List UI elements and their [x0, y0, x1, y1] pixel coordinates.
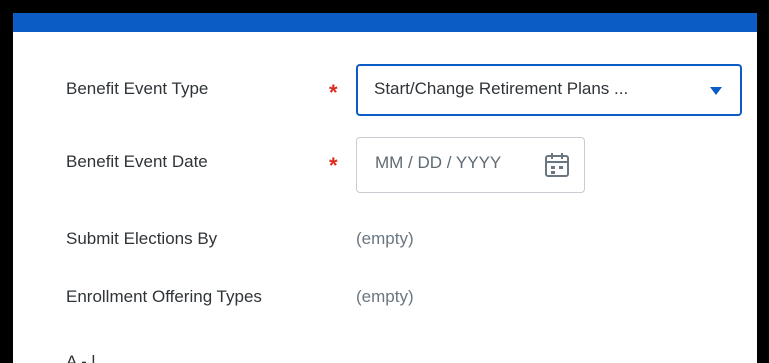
- calendar-icon[interactable]: [543, 151, 571, 179]
- benefit-event-form: Benefit Event Type * Start/Change Retire…: [13, 13, 757, 363]
- enrollment-offering-types-label: Enrollment Offering Types: [66, 287, 262, 306]
- window-frame: Benefit Event Type * Start/Change Retire…: [0, 0, 769, 363]
- benefit-event-date-label: Benefit Event Date: [66, 152, 208, 171]
- benefit-event-type-label: Benefit Event Type: [66, 79, 209, 98]
- required-marker: *: [329, 153, 338, 178]
- benefit-event-type-select[interactable]: Start/Change Retirement Plans ...: [356, 64, 742, 116]
- partial-next-label: A - l: [66, 352, 96, 363]
- submit-elections-by-label: Submit Elections By: [66, 229, 218, 248]
- date-placeholder: MM / DD / YYYY: [375, 153, 502, 172]
- header-bar: [13, 13, 757, 32]
- benefit-event-date-input[interactable]: MM / DD / YYYY: [356, 137, 585, 193]
- benefit-event-type-value: Start/Change Retirement Plans ...: [374, 79, 629, 98]
- chevron-down-icon[interactable]: [710, 87, 722, 95]
- submit-elections-by-value: (empty): [356, 229, 414, 248]
- required-marker: *: [329, 80, 338, 105]
- enrollment-offering-types-value: (empty): [356, 287, 414, 306]
